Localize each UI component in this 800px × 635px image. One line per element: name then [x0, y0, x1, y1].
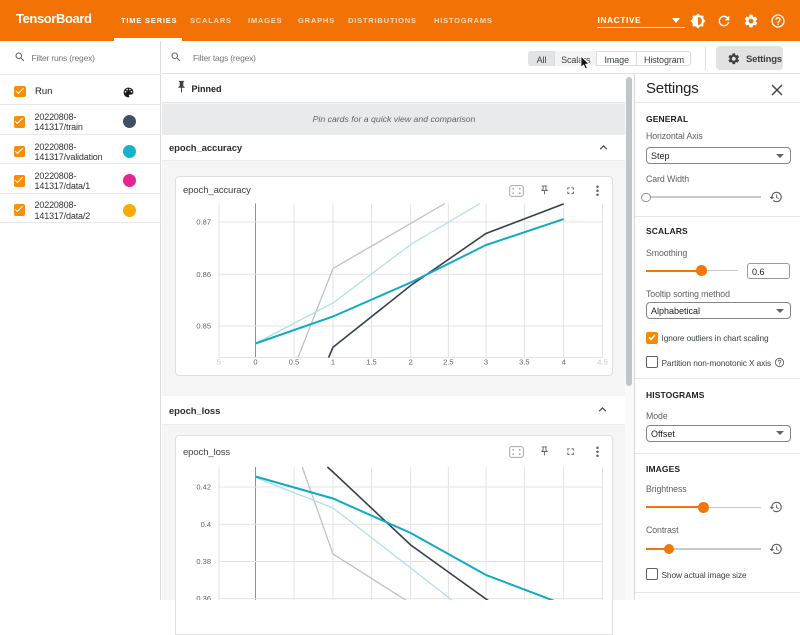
svg-text:5: 5 [217, 357, 221, 366]
svg-text:0: 0 [253, 357, 257, 366]
svg-text:0.5: 0.5 [289, 357, 299, 366]
svg-text:4: 4 [562, 357, 566, 366]
svg-text:0.4: 0.4 [201, 520, 211, 529]
svg-text:0.36: 0.36 [196, 594, 211, 600]
svg-text:3.5: 3.5 [519, 357, 529, 366]
svg-text:1: 1 [331, 357, 335, 366]
svg-text:0.38: 0.38 [196, 557, 211, 566]
svg-text:4.5: 4.5 [597, 357, 607, 366]
svg-text:0.86: 0.86 [196, 269, 211, 278]
svg-text:1.5: 1.5 [366, 357, 376, 366]
svg-text:2.5: 2.5 [443, 357, 453, 366]
svg-text:2: 2 [409, 357, 413, 366]
svg-text:0.42: 0.42 [196, 483, 211, 492]
svg-text:0.87: 0.87 [196, 217, 211, 226]
svg-text:3: 3 [484, 357, 488, 366]
svg-text:0.85: 0.85 [196, 321, 211, 330]
